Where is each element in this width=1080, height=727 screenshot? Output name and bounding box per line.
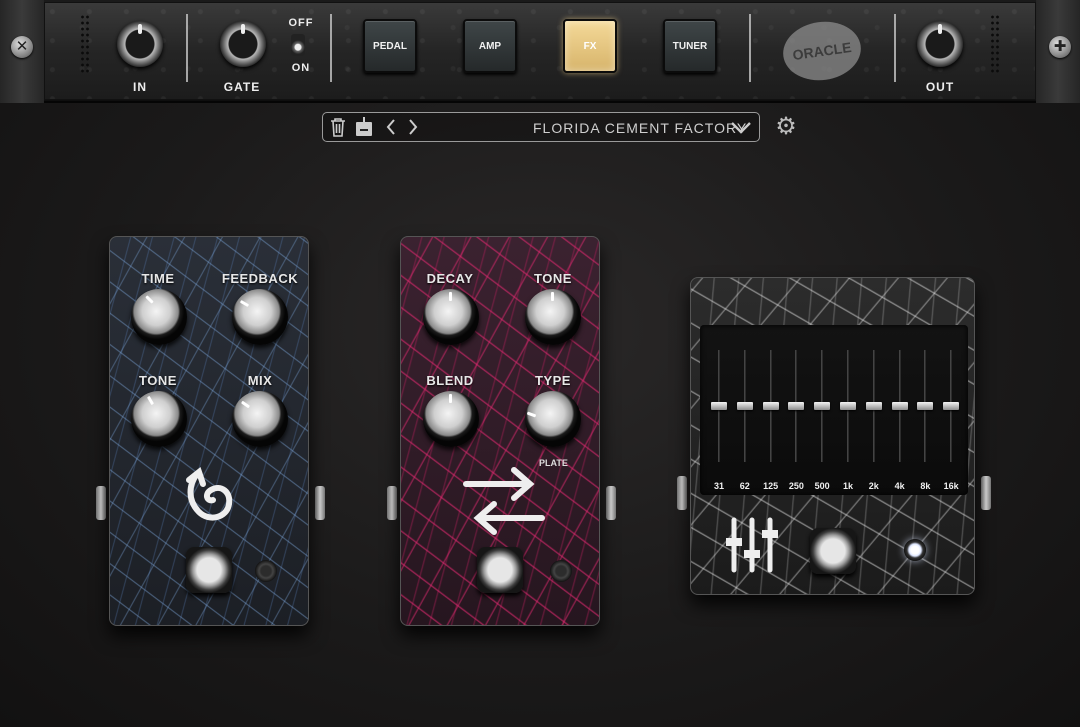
reverb-tone-label: TONE bbox=[534, 271, 572, 286]
eq-led bbox=[904, 539, 926, 561]
delay-footswitch[interactable] bbox=[186, 547, 232, 593]
delay-tone-label: TONE bbox=[139, 373, 177, 388]
reverb-decay-knob[interactable] bbox=[423, 289, 479, 345]
eq-band-label: 500 bbox=[814, 481, 830, 491]
delay-feedback-knob[interactable] bbox=[232, 289, 288, 345]
delay-feedback-label: FEEDBACK bbox=[221, 271, 299, 286]
divider bbox=[749, 14, 751, 82]
eq-slider-250[interactable] bbox=[788, 402, 805, 410]
divider bbox=[894, 14, 896, 82]
nav-fx-button[interactable]: FX bbox=[563, 19, 617, 73]
reverb-type-label: TYPE bbox=[535, 373, 571, 388]
nav-pedal-button[interactable]: PEDAL bbox=[363, 19, 417, 73]
reverb-blend-label: BLEND bbox=[426, 373, 474, 388]
nav-tuner-label: TUNER bbox=[672, 40, 708, 52]
reverb-tone-knob[interactable] bbox=[525, 289, 581, 345]
delay-time-knob[interactable] bbox=[131, 289, 187, 345]
gate-on-label: ON bbox=[291, 62, 311, 74]
eq-band-label: 125 bbox=[763, 481, 779, 491]
eq-slider-2k[interactable] bbox=[865, 402, 882, 410]
reverb-decay-label: DECAY bbox=[426, 271, 474, 286]
eq-band-label: 8k bbox=[920, 481, 931, 491]
reverb-blend-knob[interactable] bbox=[423, 391, 479, 447]
eq-slider-500[interactable] bbox=[814, 402, 831, 410]
delay-tone-knob[interactable] bbox=[131, 391, 187, 447]
chevron-down-icon[interactable] bbox=[728, 116, 754, 140]
screw-icon: ✚ bbox=[1049, 36, 1071, 58]
eq-slider-62[interactable] bbox=[736, 402, 753, 410]
reverb-led bbox=[550, 560, 572, 582]
eq-slider-31[interactable] bbox=[711, 402, 727, 410]
gate-label: GATE bbox=[223, 80, 261, 94]
rack-ear-right: ✚ bbox=[1036, 0, 1080, 103]
eq-band-label: 2k bbox=[868, 481, 879, 491]
eq-slider-1k[interactable] bbox=[840, 402, 856, 410]
pedal-input-jack bbox=[96, 486, 106, 520]
eq-band-label: 250 bbox=[788, 481, 804, 491]
input-knob[interactable] bbox=[117, 21, 163, 67]
pedal-output-jack bbox=[606, 486, 616, 520]
pedal-output-jack bbox=[315, 486, 325, 520]
eq-band-label: 1k bbox=[842, 481, 853, 491]
chevron-right-icon[interactable] bbox=[402, 116, 424, 140]
eq-band-label: 62 bbox=[739, 481, 750, 491]
gear-icon[interactable]: ⚙ bbox=[773, 114, 799, 140]
nav-tuner-button[interactable]: TUNER bbox=[663, 19, 717, 73]
delay-time-label: TIME bbox=[141, 271, 175, 286]
eq-footswitch[interactable] bbox=[810, 528, 856, 574]
preset-name[interactable]: FLORIDA CEMENT FACTORY bbox=[533, 120, 747, 136]
save-icon[interactable] bbox=[353, 116, 375, 140]
gate-toggle-switch[interactable] bbox=[291, 34, 305, 56]
delay-mix-label: MIX bbox=[247, 373, 273, 388]
delay-led bbox=[255, 560, 277, 582]
eq-band-label: 31 bbox=[713, 481, 724, 491]
output-knob[interactable] bbox=[917, 21, 963, 67]
eq-band-label: 4k bbox=[894, 481, 905, 491]
pedal-output-jack bbox=[981, 476, 991, 510]
eq-slider-16k[interactable] bbox=[943, 402, 960, 410]
screw-icon: ✕ bbox=[11, 36, 33, 58]
gate-off-label: OFF bbox=[288, 17, 314, 29]
rack-faceplate bbox=[44, 2, 1036, 100]
delay-swirl-icon bbox=[183, 466, 239, 531]
nav-fx-label: FX bbox=[583, 40, 597, 52]
reverb-arrows-icon bbox=[462, 462, 546, 543]
vent-grille bbox=[990, 14, 1000, 74]
eq-band-label: 16k bbox=[943, 481, 959, 491]
nav-amp-button[interactable]: AMP bbox=[463, 19, 517, 73]
header-rack: ✕ ✚ IN GATE OFF ON PEDAL AMP FX TUNER OR… bbox=[0, 0, 1080, 103]
nav-pedal-label: PEDAL bbox=[373, 40, 407, 52]
input-label: IN bbox=[133, 80, 147, 94]
output-label: OUT bbox=[925, 80, 955, 94]
chevron-left-icon[interactable] bbox=[380, 116, 402, 140]
divider bbox=[330, 14, 332, 82]
trash-icon[interactable] bbox=[327, 116, 349, 140]
rack-ear-left: ✕ bbox=[0, 0, 44, 103]
reverb-type-knob[interactable] bbox=[525, 391, 581, 447]
eq-sliders-icon bbox=[722, 516, 782, 579]
pedal-input-jack bbox=[677, 476, 687, 510]
nav-amp-label: AMP bbox=[478, 40, 502, 52]
eq-display bbox=[700, 325, 968, 495]
reverb-footswitch[interactable] bbox=[477, 547, 523, 593]
pedal-input-jack bbox=[387, 486, 397, 520]
vent-grille bbox=[80, 14, 90, 74]
eq-slider-125[interactable] bbox=[762, 402, 779, 410]
eq-slider-4k[interactable] bbox=[891, 402, 908, 410]
preset-bar: FLORIDA CEMENT FACTORY bbox=[322, 112, 760, 142]
delay-mix-knob[interactable] bbox=[232, 391, 288, 447]
gate-knob[interactable] bbox=[220, 21, 266, 67]
eq-slider-8k[interactable] bbox=[917, 402, 934, 410]
logo-text: ORACLE bbox=[791, 38, 853, 64]
divider bbox=[186, 14, 188, 82]
